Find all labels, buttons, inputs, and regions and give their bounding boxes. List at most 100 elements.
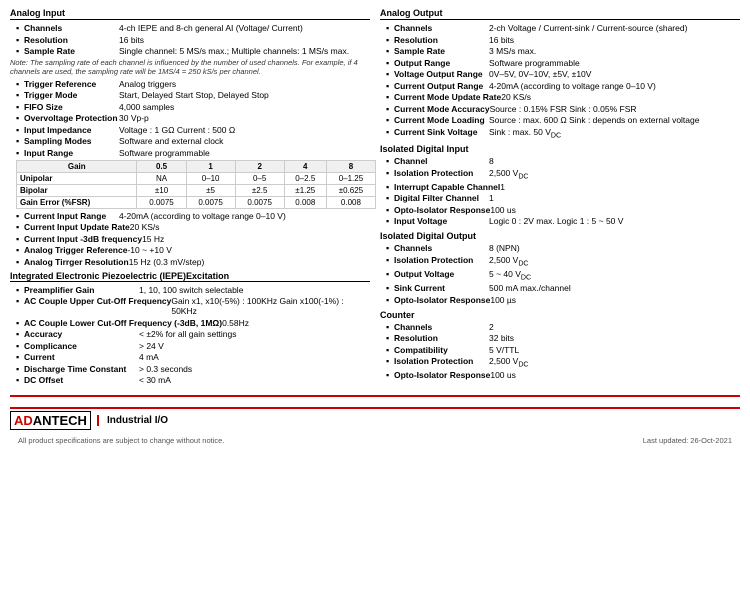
accuracy-item: ▪ Accuracy < ±2% for all gain settings [10, 329, 370, 339]
gain-error-2: 0.0075 [235, 196, 284, 208]
ctr-channels-item: ▪ Channels 2 [380, 322, 740, 332]
ctr-isolation-label: Isolation Protection [394, 356, 489, 369]
trigger-mode-label: Trigger Mode [24, 90, 119, 100]
ctr-isolation-item: ▪ Isolation Protection 2,500 VDC [380, 356, 740, 369]
ao-resolution-item: ▪ Resolution 16 bits [380, 35, 740, 45]
preamp-gain-value: 1, 10, 100 switch selectable [139, 285, 370, 295]
bullet-icon: ▪ [386, 370, 394, 380]
ctr-resolution-value: 32 bits [489, 333, 740, 343]
resolution-value: 16 bits [119, 35, 370, 45]
channels-item: ▪ Channels 4-ch IEPE and 8-ch general AI… [10, 23, 370, 33]
idi-filter-item: ▪ Digital Filter Channel 1 [380, 193, 740, 203]
ao-current-range-item: ▪ Current Output Range 4-20mA (according… [380, 81, 740, 91]
bullet-icon: ▪ [16, 136, 24, 146]
footer-bottom: All product specifications are subject t… [10, 432, 740, 447]
bullet-icon: ▪ [386, 356, 394, 369]
ac-lower-item: ▪ AC Couple Lower Cut-Off Frequency (-3d… [10, 318, 370, 328]
sample-rate-label: Sample Rate [24, 46, 119, 56]
iso-digital-input-title: Isolated Digital Input [380, 144, 740, 154]
input-impedance-label: Input Impedance [24, 125, 119, 135]
product-name: Industrial I/O [107, 415, 168, 426]
idi-input-voltage-label: Input Voltage [394, 216, 489, 226]
idi-channel-item: ▪ Channel 8 [380, 156, 740, 166]
unipolar-4: 0–2.5 [284, 172, 326, 184]
ido-sink-current-item: ▪ Sink Current 500 mA max./channel [380, 283, 740, 293]
ao-update-rate-label: Current Mode Update Rate [394, 92, 501, 102]
current-iepe-label: Current [24, 352, 139, 362]
ido-sink-current-label: Sink Current [394, 283, 489, 293]
bullet-icon: ▪ [386, 243, 394, 253]
analog-trigger-ref-label: Analog Trigger Reference [24, 245, 127, 255]
gain-table: Gain 0.5 1 2 4 8 Unipolar NA 0–10 0–5 0– [16, 160, 376, 209]
ao-channels-item: ▪ Channels 2-ch Voltage / Current-sink /… [380, 23, 740, 33]
ido-channels-item: ▪ Channels 8 (NPN) [380, 243, 740, 253]
ac-upper-label: AC Couple Upper Cut-Off Frequency [24, 296, 171, 316]
bipolar-2: ±2.5 [235, 184, 284, 196]
resolution-label: Resolution [24, 35, 119, 45]
bullet-icon: ▪ [386, 168, 394, 181]
bullet-icon: ▪ [386, 322, 394, 332]
ao-sink-voltage-label: Current Sink Voltage [394, 127, 489, 140]
ao-sample-rate-item: ▪ Sample Rate 3 MS/s max. [380, 46, 740, 56]
table-row: Bipolar ±10 ±5 ±2.5 ±1.25 ±0.625 [17, 184, 376, 196]
ao-output-range-value: Software programmable [489, 58, 740, 68]
bullet-icon: ▪ [386, 104, 394, 114]
ao-voltage-range-value: 0V–5V, 0V–10V, ±5V, ±10V [489, 69, 740, 79]
resolution-item: ▪ Resolution 16 bits [10, 35, 370, 45]
discharge-label: Discharge Time Constant [24, 364, 139, 374]
bullet-icon: ▪ [386, 156, 394, 166]
idi-filter-label: Digital Filter Channel [394, 193, 489, 203]
idi-isolation-label: Isolation Protection [394, 168, 489, 181]
bullet-icon: ▪ [386, 345, 394, 355]
trigger-ref-value: Analog triggers [119, 79, 370, 89]
input-range-label: Input Range [24, 148, 119, 158]
gain-1-header: 1 [186, 160, 235, 172]
input-range-item: ▪ Input Range Software programmable [10, 148, 370, 158]
current-input-3db-label: Current Input -3dB frequency [24, 234, 142, 244]
ido-isolation-label: Isolation Protection [394, 255, 489, 268]
ao-voltage-range-item: ▪ Voltage Output Range 0V–5V, 0V–10V, ±5… [380, 69, 740, 79]
trigger-ref-item: ▪ Trigger Reference Analog triggers [10, 79, 370, 89]
ao-update-rate-value: 20 KS/s [501, 92, 740, 102]
bullet-icon: ▪ [16, 234, 24, 244]
bullet-icon: ▪ [386, 35, 394, 45]
brand-black: ANTECH [33, 413, 87, 428]
complicance-item: ▪ Complicance > 24 V [10, 341, 370, 351]
bullet-icon: ▪ [386, 205, 394, 215]
gain-header: Gain [17, 160, 137, 172]
ido-channels-label: Channels [394, 243, 489, 253]
current-input-3db-item: ▪ Current Input -3dB frequency 15 Hz [10, 234, 370, 244]
input-range-value: Software programmable [119, 148, 370, 158]
preamp-gain-label: Preamplifier Gain [24, 285, 139, 295]
current-input-update-label: Current Input Update Rate [24, 222, 130, 232]
trigger-mode-value: Start, Delayed Start Stop, Delayed Stop [119, 90, 370, 100]
complicance-value: > 24 V [139, 341, 370, 351]
bullet-icon: ▪ [16, 113, 24, 123]
bullet-icon: ▪ [386, 269, 394, 282]
bullet-icon: ▪ [16, 341, 24, 351]
idi-opto-label: Opto-Isolator Response [394, 205, 490, 215]
ido-channels-value: 8 (NPN) [489, 243, 740, 253]
ctr-compat-item: ▪ Compatibility 5 V/TTL [380, 345, 740, 355]
bullet-icon: ▪ [386, 69, 394, 79]
ctr-channels-label: Channels [394, 322, 489, 332]
current-input-update-value: 20 KS/s [130, 222, 370, 232]
fifo-value: 4,000 samples [119, 102, 370, 112]
ao-current-range-value: 4-20mA (according to voltage range 0–10 … [489, 81, 740, 91]
bullet-icon: ▪ [16, 318, 24, 328]
ido-output-voltage-item: ▪ Output Voltage 5 ~ 40 VDC [380, 269, 740, 282]
bullet-icon: ▪ [386, 333, 394, 343]
left-column: Analog Input ▪ Channels 4-ch IEPE and 8-… [10, 8, 370, 387]
ac-lower-label: AC Couple Lower Cut-Off Frequency (-3dB,… [24, 318, 222, 328]
bullet-icon: ▪ [386, 295, 394, 305]
ao-loading-label: Current Mode Loading [394, 115, 489, 125]
idi-filter-value: 1 [489, 193, 740, 203]
ao-resolution-value: 16 bits [489, 35, 740, 45]
unipolar-05: NA [137, 172, 186, 184]
ao-channels-value: 2-ch Voltage / Current-sink / Current-so… [489, 23, 740, 33]
product-label: Industrial I/O [97, 415, 168, 426]
brand-red: AD [14, 413, 33, 428]
bullet-icon: ▪ [386, 255, 394, 268]
footer: ADANTECH Industrial I/O [10, 407, 740, 432]
current-input-3db-value: 15 Hz [142, 234, 370, 244]
